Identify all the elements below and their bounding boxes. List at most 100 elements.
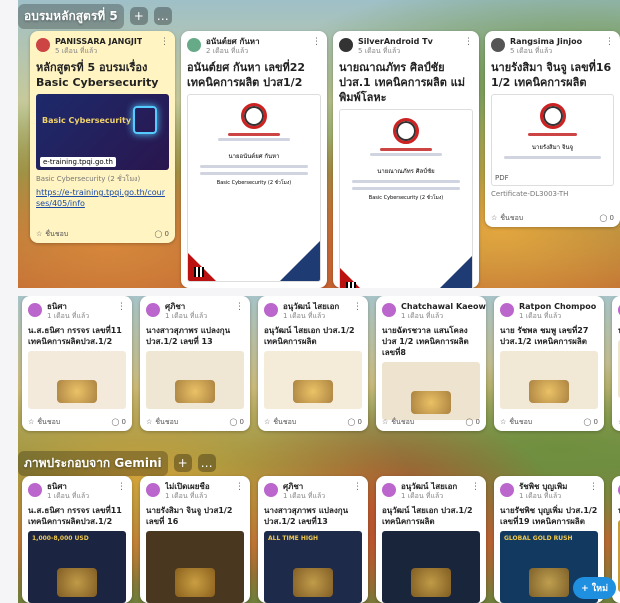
comment-icon[interactable]: ◯ 0	[583, 418, 598, 426]
post-author: อนุวัฒน์ ไสยเอก	[283, 302, 340, 311]
more-icon[interactable]: ⋮	[605, 37, 614, 47]
avatar	[264, 483, 278, 497]
section-more-button[interactable]: …	[197, 454, 216, 472]
post-card[interactable]: PANISSARA JANGJIT 5 เดือน ที่แล้ว ⋮ หลัก…	[30, 31, 175, 243]
star-icon[interactable]: ☆	[264, 418, 270, 426]
like-label[interactable]: ชื่นชอบ	[509, 417, 532, 428]
add-post-button[interactable]: +	[129, 7, 148, 25]
comment-icon[interactable]: ◯ 0	[599, 214, 614, 222]
post-card[interactable]: ธนิศา 1 เดือน ที่แล้ว ⋮ น.ส.ธนิศา กรรจร …	[22, 476, 132, 603]
comment-icon[interactable]: ◯ 0	[465, 418, 480, 426]
post-author: ไม่เปิดเผยชื่อ	[165, 482, 210, 491]
post-image[interactable]	[146, 531, 244, 603]
like-label[interactable]: ชื่นชอบ	[155, 417, 178, 428]
more-icon[interactable]: ⋮	[312, 37, 321, 47]
post-card[interactable]: SilverAndroid Tv 5 เดือน ที่แล้ว ⋮ นายณา…	[333, 31, 479, 288]
post-time: 1 เดือน ที่แล้ว	[519, 492, 562, 500]
post-title: หลักสูตรที่ 5 อบรมเรื่อง Basic Cybersecu…	[36, 61, 159, 89]
post-card[interactable]: อนุวัฒน์ ไสยเอก 1 เดือน ที่แล้ว ⋮ อนุวัฒ…	[258, 296, 368, 431]
more-icon[interactable]: ⋮	[464, 37, 473, 47]
like-label[interactable]: ชื่นชอบ	[500, 213, 523, 224]
avatar	[382, 303, 396, 317]
post-title: นายรังสิมา จินจู เลขที่16 1/2 เทคนิคการผ…	[491, 61, 612, 89]
file-name[interactable]: Certificate-DL3003-TH	[485, 188, 620, 200]
avatar	[500, 483, 514, 497]
post-image[interactable]	[28, 351, 126, 409]
more-icon[interactable]: ⋮	[235, 302, 244, 312]
post-image[interactable]	[500, 351, 598, 409]
section-2-title[interactable]: ภาพประกอบจาก Gemini	[18, 450, 168, 476]
row-2: ธนิศา 1 เดือน ที่แล้ว ⋮ น.ส.ธนิศา กรรจร …	[22, 296, 620, 431]
add-post-button[interactable]: +	[173, 454, 192, 472]
post-link[interactable]: https://e-training.tpqi.go.th/courses/40…	[30, 187, 175, 209]
post-card[interactable]: ศุภิชา 1 เดือน ที่แล้ว ⋮ นางสาวสุภาพร แป…	[140, 296, 250, 431]
post-time: 1 เดือน ที่แล้ว	[165, 312, 208, 320]
post-title: นางสาวสุภาพร แปลงกุน ปวส.1/2 เลขที่ 13	[146, 326, 231, 346]
certificate-image[interactable]: นายอนันต์ยศ กันหา Basic Cybersecurity (2…	[187, 94, 321, 282]
post-card[interactable]: Ratpon Chompoo 1 เดือน ที่แล้ว ⋮ นาย รัช…	[494, 296, 604, 431]
more-icon[interactable]: ⋮	[589, 482, 598, 492]
star-icon[interactable]: ☆	[28, 418, 34, 426]
comment-icon[interactable]: ◯ 0	[347, 418, 362, 426]
more-icon[interactable]: ⋮	[353, 302, 362, 312]
post-card[interactable]: ทวีศักดิ์ 1 เดือน ที่แล้ว ⋮ นายกฤษ เทคนิ…	[612, 296, 620, 431]
avatar	[28, 483, 42, 497]
post-time: 5 เดือน ที่แล้ว	[510, 47, 553, 55]
post-image[interactable]	[146, 351, 244, 409]
more-icon[interactable]: ⋮	[235, 482, 244, 492]
post-author: ธนิศา	[47, 482, 67, 491]
like-label[interactable]: ชื่นชอบ	[37, 417, 60, 428]
post-image[interactable]	[264, 351, 362, 409]
certificate-image[interactable]: นายณาณภัทร ศิลป์ชัย Basic Cybersecurity …	[339, 109, 473, 288]
post-time: 1 เดือน ที่แล้ว	[519, 312, 562, 320]
post-card[interactable]: อนันต์ยศ กันหา 2 เดือน ที่แล้ว ⋮ อนันต์ย…	[181, 31, 327, 288]
post-image[interactable]: 1,000-8,000 USD	[28, 531, 126, 603]
post-card[interactable]: ธนิศา 1 เดือน ที่แล้ว ⋮ น.ส.ธนิศา กรรจร …	[22, 296, 132, 431]
more-icon[interactable]: ⋮	[117, 302, 126, 312]
comment-icon[interactable]: ◯ 0	[154, 230, 169, 238]
star-icon[interactable]: ☆	[146, 418, 152, 426]
post-card[interactable]: ศุภิชา 1 เดือน ที่แล้ว ⋮ นางสาวสุภาพร แป…	[258, 476, 368, 603]
star-icon[interactable]: ☆	[36, 230, 42, 238]
comment-icon[interactable]: ◯ 0	[111, 418, 126, 426]
more-icon[interactable]: ⋮	[471, 482, 480, 492]
star-icon[interactable]: ☆	[500, 418, 506, 426]
more-icon[interactable]: ⋮	[117, 482, 126, 492]
post-author: Rangsima Jinjoo	[510, 37, 583, 46]
post-card[interactable]: อนุวัฒน์ ไสยเอก 1 เดือน ที่แล้ว ⋮ อนุวัฒ…	[376, 476, 486, 603]
like-label[interactable]: ชื่นชอบ	[273, 417, 296, 428]
avatar	[28, 303, 42, 317]
post-title: นายกฤษ เทคนิคการผลิต	[612, 323, 620, 338]
more-icon[interactable]: ⋮	[353, 482, 362, 492]
post-author: ศุภิชา	[283, 482, 304, 491]
avatar	[187, 38, 201, 52]
certificate-image[interactable]: นายรังสิมา จินจู PDF	[491, 94, 614, 186]
star-icon[interactable]: ☆	[382, 418, 388, 426]
more-icon[interactable]: ⋮	[160, 37, 169, 47]
like-label[interactable]: ชื่นชอบ	[45, 229, 68, 240]
avatar	[491, 38, 505, 52]
post-title: นายรังสิมา จินจู ปวส1/2 เลขที่ 16	[146, 506, 233, 526]
new-post-button[interactable]: + ใหม่	[573, 577, 616, 599]
post-image[interactable]	[382, 362, 480, 420]
star-icon[interactable]: ☆	[491, 214, 497, 222]
post-title: นายฉัตรชวาล แสนโคลง ปวส 1/2 เทคนิคการผลิ…	[382, 326, 469, 357]
certificate-name: นายณาณภัทร ศิลป์ชัย	[377, 168, 435, 175]
avatar	[146, 303, 160, 317]
section-more-button[interactable]: …	[153, 7, 172, 25]
like-label[interactable]: ชื่นชอบ	[391, 417, 414, 428]
post-author: อนันต์ยศ กันหา	[206, 37, 260, 46]
comment-icon[interactable]: ◯ 0	[229, 418, 244, 426]
post-image[interactable]	[382, 531, 480, 603]
post-author: ธนิศา	[47, 302, 67, 311]
post-card[interactable]: Chatchawal Kaeowan 1 เดือน ที่แล้ว ⋮ นาย…	[376, 296, 486, 431]
post-card[interactable]: Rangsima Jinjoo 5 เดือน ที่แล้ว ⋮ นายรัง…	[485, 31, 620, 227]
post-author: รัชพิช บุญเพิ่ม	[519, 482, 568, 491]
post-card[interactable]: ไม่เปิดเผยชื่อ 1 เดือน ที่แล้ว ⋮ นายรังส…	[140, 476, 250, 603]
more-icon[interactable]: ⋮	[601, 302, 604, 312]
post-title: นาย รัชพล ปวส.1/2	[612, 503, 620, 518]
section-1-title[interactable]: อบรมหลักสูตรที่ 5	[18, 3, 124, 29]
post-title: นางสาวสุภาพร แปลงกุน ปวส.1/2 เลขที่13	[264, 506, 349, 526]
link-preview-image[interactable]: Basic Cybersecurity e-training.tpqi.go.t…	[36, 94, 169, 170]
post-image[interactable]: ALL TIME HIGH	[264, 531, 362, 603]
